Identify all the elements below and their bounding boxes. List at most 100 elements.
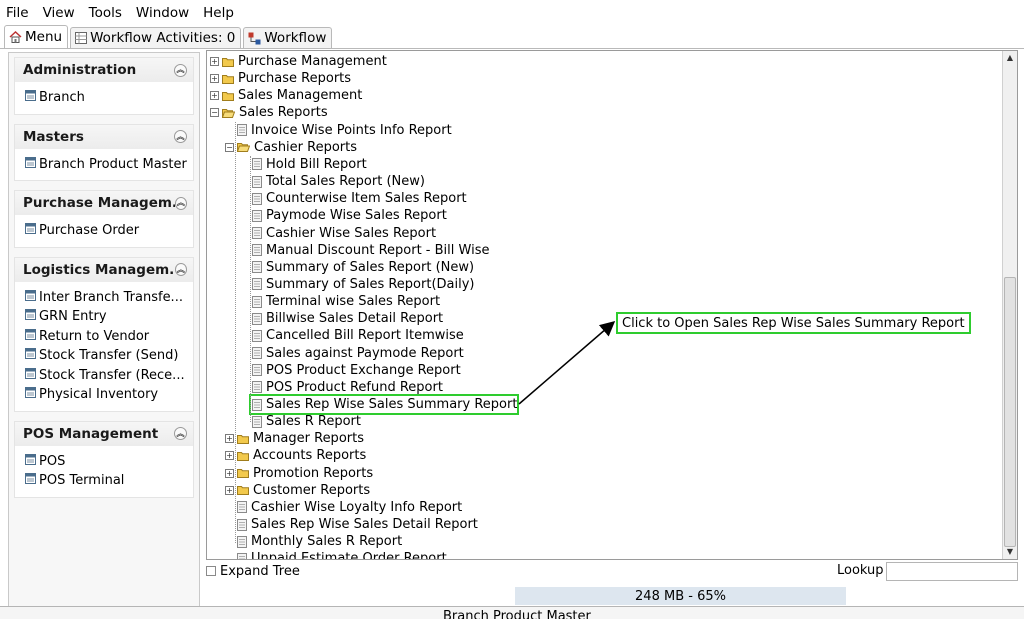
menu-file[interactable]: File: [6, 5, 29, 21]
collapse-up-icon[interactable]: ︽: [174, 427, 187, 440]
tree-row[interactable]: + Customer Reports: [225, 482, 370, 499]
report-tree-panel: + Purchase Management + Purchase Reports + Sa…: [206, 50, 1018, 560]
tree-row[interactable]: + Purchase Management: [210, 53, 387, 70]
tree-row[interactable]: Cashier Wise Loyalty Info Report: [237, 499, 462, 516]
report-document-icon: [252, 278, 262, 291]
tree-row[interactable]: Cancelled Bill Report Itemwise: [252, 327, 464, 344]
tree-row[interactable]: Paymode Wise Sales Report: [252, 207, 447, 224]
tree-node-label: POS Product Refund Report: [266, 379, 443, 395]
tree-node-label: Unpaid Estimate Order Report: [251, 551, 447, 560]
tree-row[interactable]: + Purchase Reports: [210, 70, 351, 87]
annotation-callout: Click to Open Sales Rep Wise Sales Summa…: [616, 312, 971, 334]
tree-node-label: Billwise Sales Detail Report: [266, 311, 444, 327]
tree-row[interactable]: Sales against Paymode Report: [252, 345, 464, 362]
menu-tools[interactable]: Tools: [89, 5, 122, 21]
collapse-up-icon[interactable]: ︽: [174, 196, 187, 210]
menu-view[interactable]: View: [43, 5, 75, 21]
tree-node-label: Summary of Sales Report(Daily): [266, 276, 475, 292]
tree-node-label: Sales Management: [238, 88, 363, 104]
tab-workflow-activities[interactable]: Workflow Activities: 0: [70, 27, 242, 48]
tree-row[interactable]: + Sales Management: [210, 87, 362, 104]
menu-help[interactable]: Help: [203, 5, 234, 21]
tree-row[interactable]: − Sales Reports: [210, 104, 328, 121]
expand-node-icon[interactable]: +: [225, 485, 234, 495]
tree-row[interactable]: Unpaid Estimate Order Report: [237, 550, 447, 560]
sidebar-item[interactable]: Return to Vendor: [25, 327, 193, 347]
collapse-up-icon[interactable]: ︽: [174, 130, 187, 143]
tree-node-label: Accounts Reports: [253, 448, 367, 464]
sidebar-group-items: Inter Branch Transfe... GRN Entry Return t…: [15, 282, 193, 411]
sidebar-item[interactable]: Inter Branch Transfe...: [25, 288, 193, 308]
expand-node-icon[interactable]: +: [225, 468, 234, 478]
expand-node-icon[interactable]: +: [210, 91, 219, 101]
tree-row[interactable]: Cashier Wise Sales Report: [252, 225, 436, 242]
status-text: Branch Product Master: [443, 609, 591, 619]
expand-tree-checkbox[interactable]: Expand Tree: [206, 563, 300, 579]
sidebar-group: Masters ︽ Branch Product Master: [14, 123, 194, 181]
checkbox-box[interactable]: [206, 566, 216, 576]
expand-node-icon[interactable]: +: [210, 74, 219, 84]
collapse-node-icon[interactable]: −: [225, 142, 234, 152]
tree-row[interactable]: Billwise Sales Detail Report: [252, 310, 443, 327]
folder-open-icon: [222, 108, 235, 118]
sidebar-group-header[interactable]: POS Management ︽: [15, 421, 193, 446]
sidebar-item[interactable]: Purchase Order: [25, 221, 193, 241]
sidebar-group-header[interactable]: Administration ︽: [15, 58, 193, 82]
collapse-up-icon[interactable]: ︽: [174, 63, 187, 77]
expand-node-icon[interactable]: +: [225, 451, 234, 461]
folder-icon: [222, 74, 234, 84]
window-icon: [25, 387, 36, 402]
scroll-thumb[interactable]: [1004, 277, 1016, 547]
tree-row[interactable]: + Manager Reports: [225, 430, 364, 447]
sidebar-item[interactable]: Branch: [25, 88, 193, 108]
sidebar-group-header[interactable]: Logistics Managem... ︽: [15, 257, 193, 282]
tree-row[interactable]: Summary of Sales Report(Daily): [252, 276, 474, 293]
window-icon: [25, 473, 36, 488]
tree-row[interactable]: POS Product Exchange Report: [252, 362, 461, 379]
tree-row[interactable]: + Promotion Reports: [225, 465, 373, 482]
sidebar-group-header[interactable]: Masters ︽: [15, 124, 193, 149]
tab-strip: Menu Workflow Activities: 0 Workflow: [0, 25, 1024, 49]
collapse-node-icon[interactable]: −: [210, 108, 219, 118]
tree-row[interactable]: Counterwise Item Sales Report: [252, 190, 467, 207]
lookup-input[interactable]: [886, 562, 1018, 581]
window-icon: [25, 289, 36, 305]
scroll-up-arrow-icon[interactable]: ▲: [1005, 53, 1015, 63]
report-document-icon: [252, 192, 262, 205]
sidebar-item[interactable]: Stock Transfer (Send): [25, 346, 193, 366]
tree-row[interactable]: Hold Bill Report: [252, 156, 367, 173]
tree-row[interactable]: Total Sales Report (New): [252, 173, 425, 190]
tree-row[interactable]: − Cashier Reports: [225, 139, 357, 156]
left-menu-panel: Administration ︽ Branch Masters ︽ Branch Prod…: [8, 52, 200, 609]
tree-row[interactable]: Summary of Sales Report (New): [252, 259, 474, 276]
sidebar-item[interactable]: POS Terminal: [25, 471, 193, 491]
tree-vertical-scrollbar[interactable]: ▲ ▼: [1002, 51, 1017, 559]
sidebar-item[interactable]: POS: [25, 452, 193, 472]
menu-window[interactable]: Window: [136, 5, 189, 21]
tree-row[interactable]: + Accounts Reports: [225, 447, 366, 464]
tree-row[interactable]: Monthly Sales R Report: [237, 533, 402, 550]
sidebar-item[interactable]: GRN Entry: [25, 307, 193, 327]
tree-row[interactable]: Sales Rep Wise Sales Detail Report: [237, 516, 478, 533]
sidebar-item[interactable]: Stock Transfer (Rece...: [25, 366, 193, 386]
tree-row[interactable]: Manual Discount Report - Bill Wise: [252, 242, 489, 259]
window-icon: [25, 223, 36, 238]
memory-usage-indicator[interactable]: 248 MB - 65%: [515, 587, 846, 605]
expand-node-icon[interactable]: +: [210, 57, 219, 66]
scroll-down-arrow-icon[interactable]: ▼: [1005, 547, 1015, 557]
tree-node-label: Terminal wise Sales Report: [266, 294, 441, 310]
expand-tree-label: Expand Tree: [220, 563, 300, 579]
tree-row[interactable]: Sales R Report: [252, 413, 361, 430]
sidebar-item[interactable]: Branch Product Master: [25, 155, 193, 175]
expand-node-icon[interactable]: +: [225, 434, 234, 444]
sidebar-item[interactable]: Physical Inventory: [25, 385, 193, 405]
tab-menu[interactable]: Menu: [4, 25, 69, 48]
tree-node-label: Cashier Wise Loyalty Info Report: [251, 499, 463, 515]
tree-row[interactable]: Terminal wise Sales Report: [252, 293, 440, 310]
sidebar-group-header[interactable]: Purchase Managem... ︽: [15, 191, 193, 215]
tree-row[interactable]: Invoice Wise Points Info Report: [237, 122, 452, 139]
collapse-up-icon[interactable]: ︽: [174, 263, 187, 276]
tab-workflow[interactable]: Workflow: [243, 27, 333, 48]
tree-node-label: Sales against Paymode Report: [266, 345, 464, 361]
sidebar-group-items: Purchase Order: [15, 215, 193, 247]
